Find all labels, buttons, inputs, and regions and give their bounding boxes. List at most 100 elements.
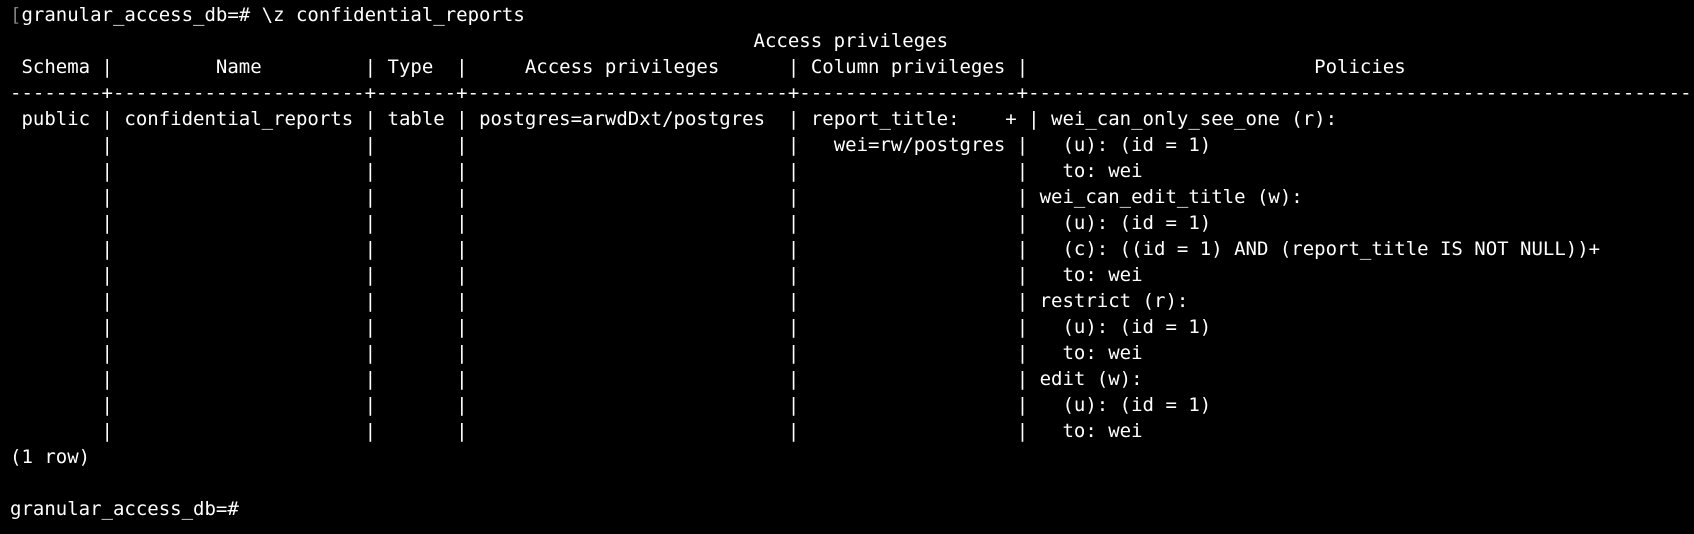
table-body: public | confidential_reports | table | … (10, 106, 1694, 444)
table-cell (10, 160, 102, 182)
final-prompt-line[interactable]: granular_access_db=# (10, 496, 1694, 522)
column-divider: | (456, 238, 468, 260)
column-divider: | (787, 394, 800, 416)
column-divider: | (101, 420, 113, 442)
column-divider: | (101, 316, 113, 338)
table-cell (376, 420, 456, 442)
table-cell: to: wei + (1028, 342, 1694, 364)
table-cell: (u): (id = 1) + (1028, 394, 1694, 416)
column-header-access-privileges: Access privileges (467, 56, 788, 78)
column-divider: | (787, 134, 800, 156)
table-cell (468, 134, 788, 156)
table-cell (376, 134, 456, 156)
table-cell (376, 238, 456, 260)
table-cell: to: wei + (1028, 264, 1694, 286)
column-divider: | (1016, 238, 1029, 260)
table-cell (10, 342, 102, 364)
column-divider: | (456, 316, 468, 338)
table-cell: confidential_reports (112, 108, 365, 130)
column-divider: | (101, 238, 113, 260)
table-cell: restrict (r): + (1028, 290, 1694, 312)
table-row: | | | | | wei_can_edit_title (w): + (10, 184, 1694, 210)
column-divider: | (787, 342, 800, 364)
table-cell (376, 290, 456, 312)
column-divider: | (101, 368, 113, 390)
table-cell: report_title: + (799, 108, 1029, 130)
column-header-column-privileges: Column privileges (799, 56, 1017, 78)
table-row: | | | | | to: wei (10, 418, 1694, 444)
terminal-window[interactable]: [granular_access_db=# \z confidential_re… (0, 0, 1694, 534)
column-divider: | (787, 238, 800, 260)
table-row: | | | | | to: wei + (10, 158, 1694, 184)
column-divider: | (787, 160, 800, 182)
table-cell: table (376, 108, 457, 130)
table-cell (376, 264, 456, 286)
table-cell (376, 368, 456, 390)
column-divider: | (1016, 186, 1029, 208)
column-divider: | (456, 290, 468, 312)
column-divider: | (456, 342, 468, 364)
caption-pad (10, 30, 754, 52)
table-cell: (c): ((id = 1) AND (report_title IS NOT … (1028, 238, 1601, 260)
column-divider: | (101, 212, 113, 234)
column-divider: | (364, 290, 377, 312)
table-cell (113, 238, 365, 260)
column-divider: | (364, 264, 377, 286)
column-divider: | (364, 316, 377, 338)
table-cell: (u): (id = 1) + (1028, 316, 1694, 338)
column-divider: | (1016, 212, 1029, 234)
table-separator: --------+----------------------+-------+… (10, 80, 1694, 106)
table-cell (10, 394, 102, 416)
table-cell: to: wei + (1028, 160, 1694, 182)
table-cell (10, 368, 102, 390)
table-cell (799, 394, 1016, 416)
column-divider: | (364, 212, 377, 234)
table-cell (468, 316, 788, 338)
column-divider: | (364, 108, 377, 130)
table-cell (113, 316, 365, 338)
table-cell: wei_can_only_see_one (r): + (1039, 108, 1694, 130)
table-cell: (u): (id = 1) + (1028, 212, 1694, 234)
column-divider: | (787, 186, 800, 208)
row-count: (1 row) (10, 446, 91, 468)
table-cell (10, 134, 102, 156)
table-cell (799, 186, 1016, 208)
column-divider: | (1016, 134, 1029, 156)
table-cell: to: wei (1028, 420, 1143, 442)
column-divider: | (101, 394, 113, 416)
column-divider: | (101, 134, 113, 156)
column-divider: | (364, 238, 377, 260)
table-cell (799, 290, 1016, 312)
column-divider: | (456, 394, 468, 416)
column-header-policies: Policies (1028, 56, 1694, 78)
table-cell (113, 342, 365, 364)
table-cell (468, 420, 788, 442)
column-divider: | (456, 160, 468, 182)
table-cell (376, 394, 456, 416)
column-divider: | (456, 56, 468, 78)
column-divider: | (364, 368, 377, 390)
column-divider: | (787, 108, 800, 130)
column-divider: | (1016, 394, 1029, 416)
column-divider: | (1016, 420, 1029, 442)
table-cell (468, 342, 788, 364)
table-cell (468, 368, 788, 390)
table-cell (799, 342, 1016, 364)
table-cell (113, 160, 365, 182)
prompt: granular_access_db=# (10, 498, 251, 520)
command-line: [granular_access_db=# \z confidential_re… (10, 2, 1694, 28)
table-row: public | confidential_reports | table | … (10, 106, 1694, 132)
table-cell (10, 186, 102, 208)
table-cell (799, 316, 1016, 338)
column-divider: | (1028, 108, 1040, 130)
table-row: | | | | | restrict (r): + (10, 288, 1694, 314)
column-divider: | (787, 290, 800, 312)
table-cell (10, 290, 102, 312)
table-cell (10, 316, 102, 338)
column-divider: | (101, 108, 113, 130)
table-cell (376, 186, 456, 208)
column-divider: | (456, 420, 468, 442)
table-cell: edit (w): + (1028, 368, 1694, 390)
table-cell (113, 394, 365, 416)
